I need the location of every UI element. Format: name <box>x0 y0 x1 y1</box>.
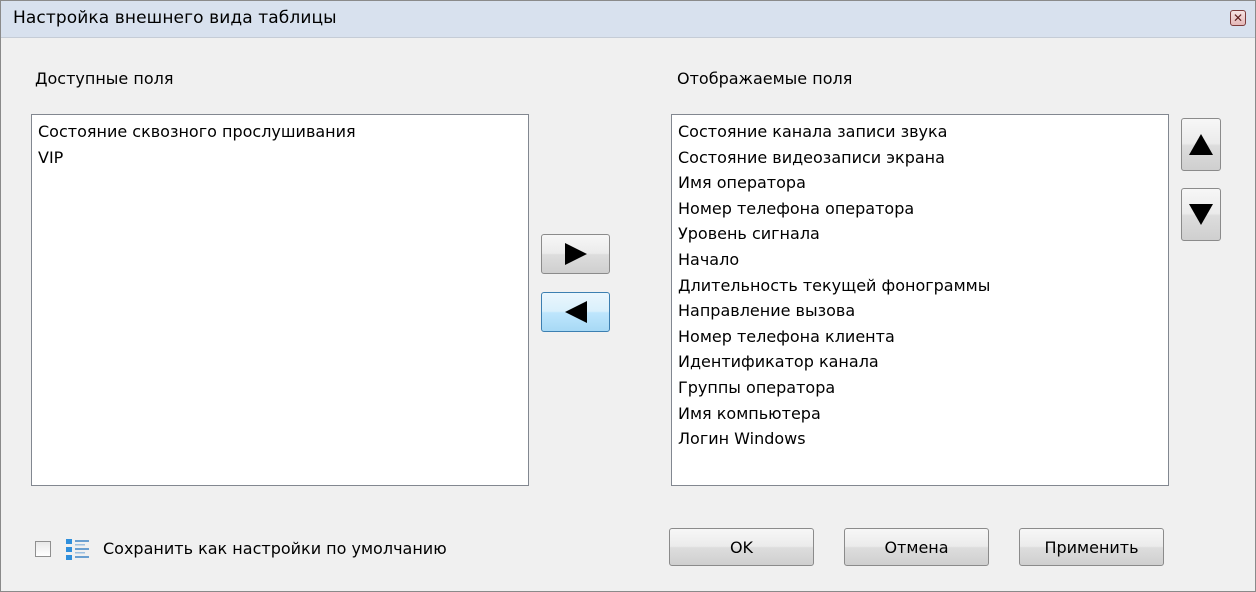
title-bar: Настройка внешнего вида таблицы ✕ <box>1 1 1255 38</box>
apply-button[interactable]: Применить <box>1019 528 1164 566</box>
displayed-fields-label: Отображаемые поля <box>677 69 853 88</box>
arrow-left-icon <box>564 301 587 323</box>
list-item[interactable]: Состояние канала записи звука <box>678 119 1168 145</box>
list-item[interactable]: Начало <box>678 247 1168 273</box>
list-item[interactable]: Логин Windows <box>678 426 1168 452</box>
available-fields-list[interactable]: Состояние сквозного прослушивания VIP <box>31 114 529 486</box>
close-button[interactable]: ✕ <box>1230 10 1246 26</box>
list-item[interactable]: Состояние сквозного прослушивания <box>38 119 528 145</box>
list-item[interactable]: Имя оператора <box>678 170 1168 196</box>
arrow-right-icon <box>564 243 587 265</box>
list-item[interactable]: Имя компьютера <box>678 401 1168 427</box>
list-item[interactable]: Состояние видеозаписи экрана <box>678 145 1168 171</box>
save-default-label[interactable]: Сохранить как настройки по умолчанию <box>103 539 447 558</box>
list-item[interactable]: Группы оператора <box>678 375 1168 401</box>
remove-field-button[interactable] <box>541 292 610 332</box>
list-item[interactable]: Номер телефона клиента <box>678 324 1168 350</box>
available-fields-label: Доступные поля <box>35 69 174 88</box>
list-item[interactable]: Идентификатор канала <box>678 349 1168 375</box>
dialog-title: Настройка внешнего вида таблицы <box>13 8 337 28</box>
list-item[interactable]: Уровень сигнала <box>678 221 1168 247</box>
list-settings-icon <box>66 539 89 560</box>
list-item[interactable]: Длительность текущей фонограммы <box>678 273 1168 299</box>
cancel-button[interactable]: Отмена <box>844 528 989 566</box>
list-item[interactable]: Направление вызова <box>678 298 1168 324</box>
list-item[interactable]: Номер телефона оператора <box>678 196 1168 222</box>
dialog-window: Настройка внешнего вида таблицы ✕ Доступ… <box>0 0 1256 592</box>
move-down-button[interactable] <box>1181 188 1221 241</box>
close-icon: ✕ <box>1232 11 1244 25</box>
ok-button[interactable]: OK <box>669 528 814 566</box>
displayed-fields-list[interactable]: Состояние канала записи звука Состояние в… <box>671 114 1169 486</box>
add-field-button[interactable] <box>541 234 610 274</box>
arrow-down-icon <box>1189 204 1213 225</box>
arrow-up-icon <box>1189 134 1213 155</box>
save-default-checkbox[interactable] <box>35 541 51 557</box>
list-item[interactable]: VIP <box>38 145 528 171</box>
move-up-button[interactable] <box>1181 118 1221 171</box>
